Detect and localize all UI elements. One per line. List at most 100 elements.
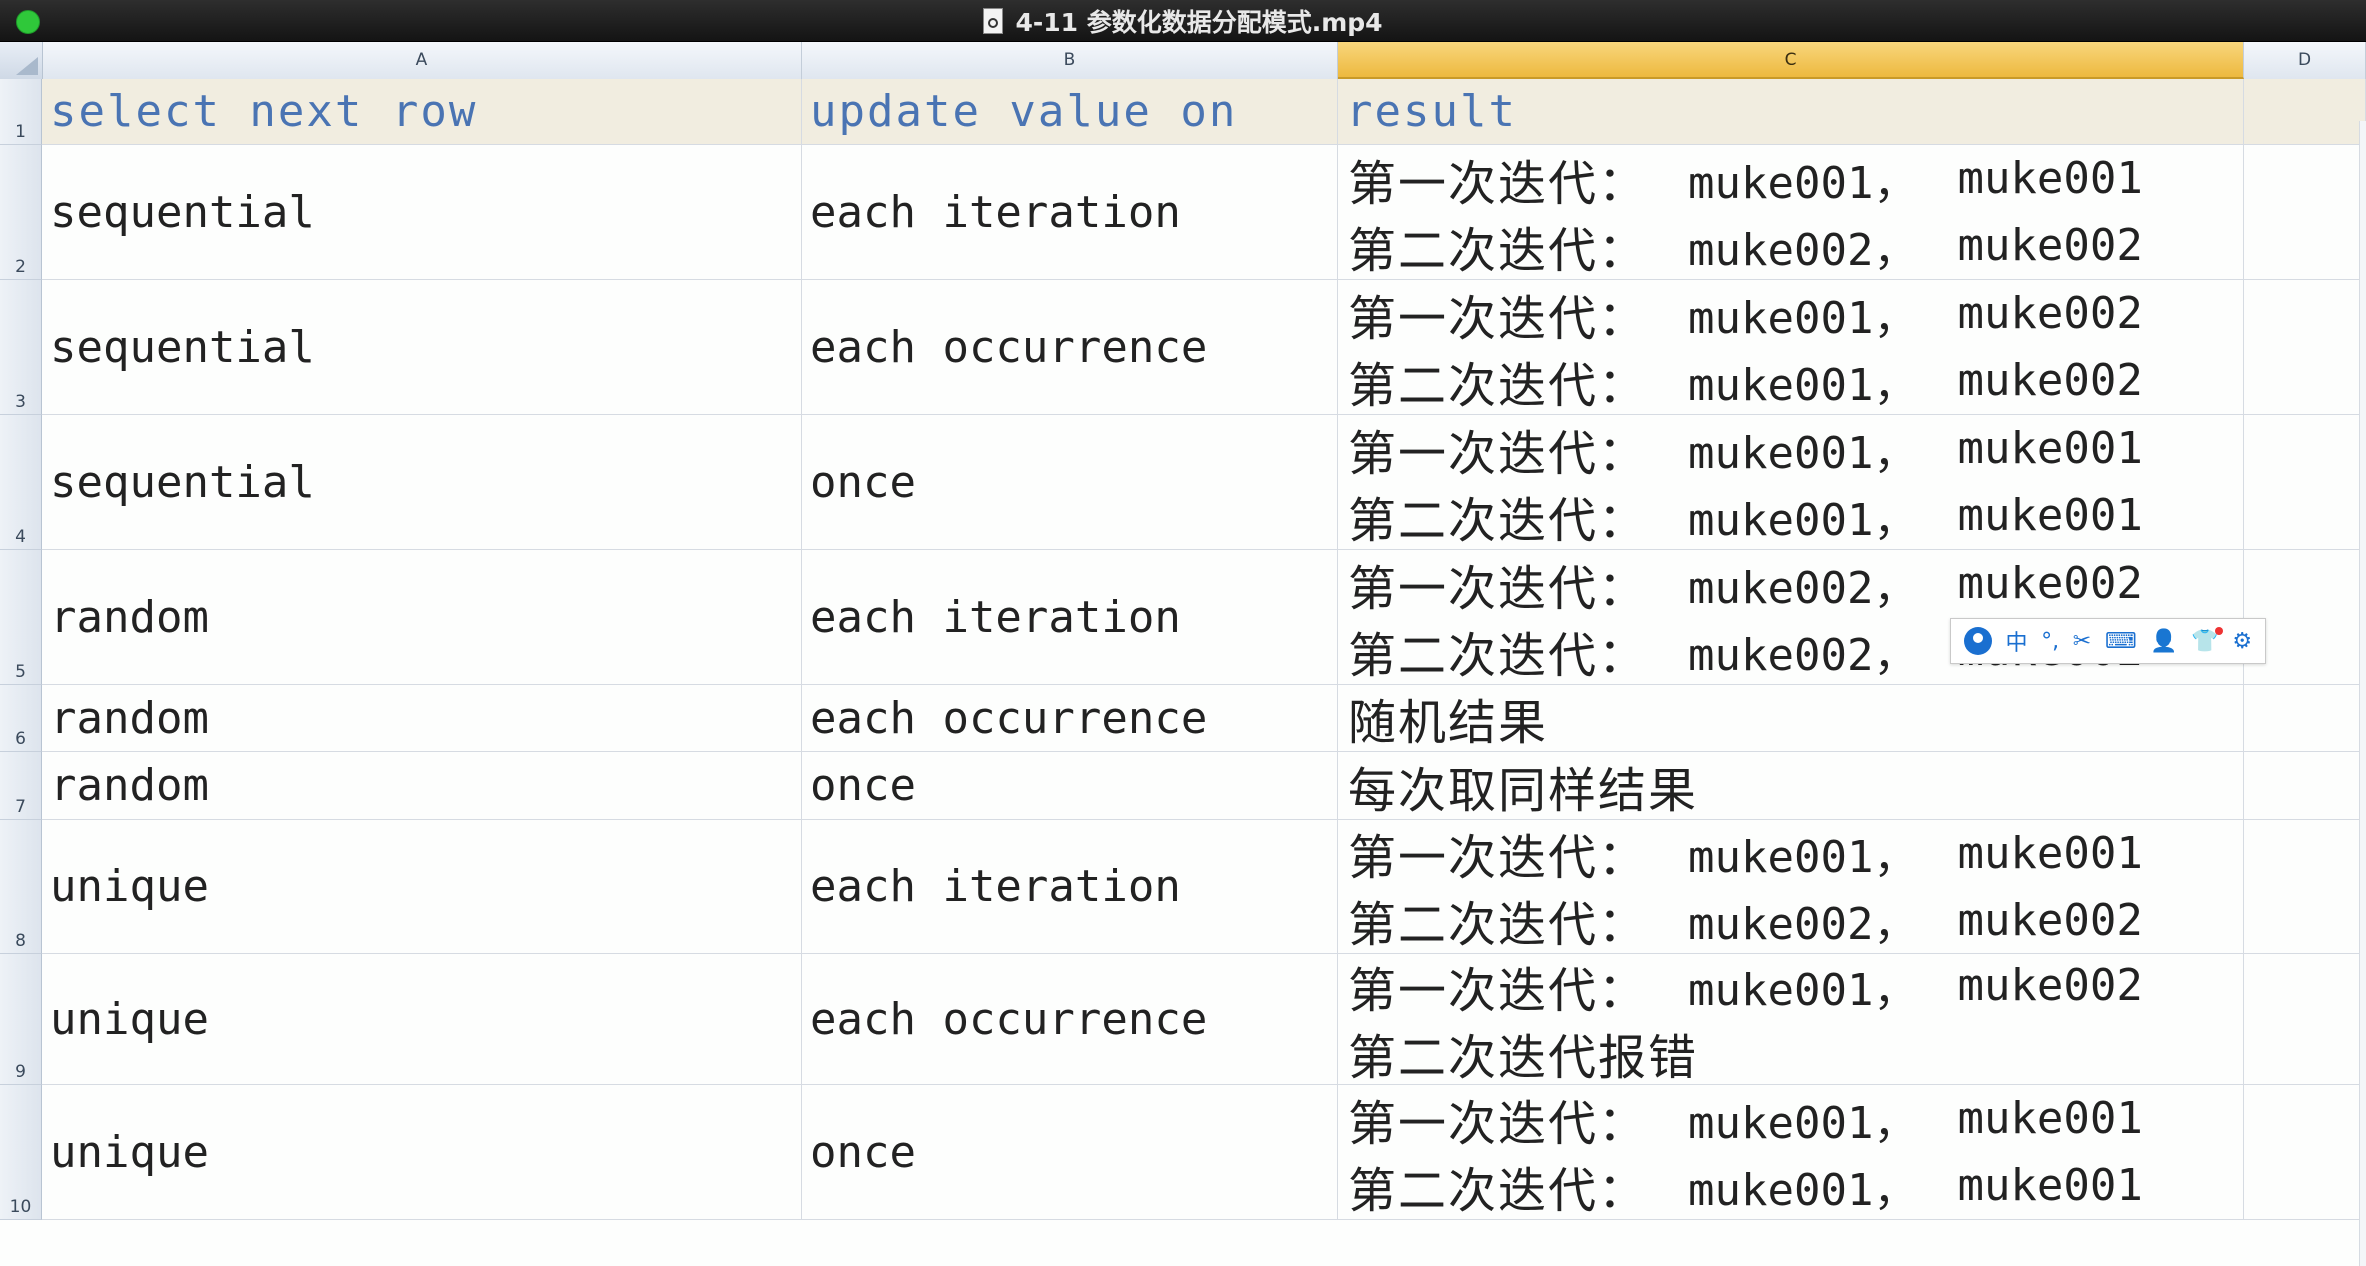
value-1: muke002，: [1688, 899, 1918, 950]
table-row: sequential each iteration 第一次迭代： muke001， mu…: [42, 145, 2366, 280]
ime-toolbar[interactable]: 中 °, ✂ ⌨ 👤 👕 ⚙: [1950, 618, 2266, 664]
iteration-label: 第二次迭代：: [1348, 492, 1649, 549]
cell-select-next-row[interactable]: sequential: [42, 280, 802, 414]
settings-icon[interactable]: ⚙: [2232, 629, 2252, 654]
cell-update-value-on[interactable]: once: [802, 1085, 1338, 1219]
cell-select-next-row[interactable]: random: [42, 550, 802, 684]
scroll-edge[interactable]: [2359, 121, 2366, 1266]
iteration-label: 第二次迭代报错: [1348, 1029, 1699, 1085]
result-line: 第一次迭代： muke001， muke001: [1348, 1085, 2143, 1152]
table-row: sequential once 第一次迭代： muke001， muke001 第二次迭代…: [42, 415, 2366, 550]
person-icon[interactable]: 👤: [2150, 629, 2177, 654]
row-header[interactable]: 10: [0, 1085, 42, 1220]
row-header[interactable]: 2: [0, 145, 42, 280]
value-1: muke002，: [1688, 224, 1918, 276]
row-header[interactable]: 8: [0, 820, 42, 954]
row-header[interactable]: 3: [0, 280, 42, 415]
table-row: unique each occurrence 第一次迭代： muke001， muke0…: [42, 954, 2366, 1085]
column-header-bar: A B C D: [0, 42, 2366, 80]
punctuation-icon[interactable]: °,: [2041, 629, 2059, 654]
select-all-corner[interactable]: [0, 42, 43, 79]
iteration-label: 第一次迭代：: [1348, 1095, 1649, 1152]
result-line: 第二次迭代报错: [1348, 1019, 1699, 1085]
skin-icon[interactable]: 👕: [2191, 626, 2224, 654]
cell-result[interactable]: 第一次迭代： muke001， muke001 第二次迭代： muke002， muke0…: [1338, 820, 2244, 953]
cell-select-next-row[interactable]: sequential: [42, 415, 802, 549]
value-1: muke001，: [1688, 964, 1918, 1016]
cell-select-next-row[interactable]: unique: [42, 954, 802, 1084]
row-header[interactable]: 1: [0, 79, 42, 145]
cell-a1[interactable]: select next row: [42, 79, 802, 144]
cell-update-value-on[interactable]: each iteration: [802, 550, 1338, 684]
cell-d1[interactable]: [2244, 79, 2366, 144]
value-1: muke001，: [1688, 292, 1918, 344]
cell-result[interactable]: 第一次迭代： muke001， muke001 第二次迭代： muke001， muke0…: [1338, 415, 2244, 549]
user-icon[interactable]: [1963, 627, 1992, 655]
cell-select-next-row[interactable]: random: [42, 685, 802, 751]
row-header[interactable]: 5: [0, 550, 42, 685]
result-line: 第二次迭代： muke001， muke001: [1348, 482, 2143, 549]
iteration-label: 第二次迭代：: [1348, 897, 1649, 953]
cell-update-value-on[interactable]: each occurrence: [802, 280, 1338, 414]
cell-select-next-row[interactable]: random: [42, 752, 802, 819]
cell-result[interactable]: 第一次迭代： muke001， muke002 第二次迭代： muke001， muke0…: [1338, 280, 2244, 414]
column-header-c[interactable]: C: [1338, 42, 2244, 79]
row-header[interactable]: 7: [0, 752, 42, 820]
iteration-label: 第二次迭代：: [1348, 627, 1649, 684]
value-2: muke001: [1957, 827, 2143, 879]
cell-d[interactable]: [2244, 752, 2366, 819]
column-header-d[interactable]: D: [2244, 42, 2366, 79]
iteration-label: 第二次迭代：: [1348, 357, 1649, 414]
row-header[interactable]: 9: [0, 954, 42, 1085]
cell-update-value-on[interactable]: each iteration: [802, 145, 1338, 279]
cell-b1[interactable]: update value on: [802, 79, 1338, 144]
cell-result[interactable]: 第一次迭代： muke001， muke002 第二次迭代报错: [1338, 954, 2244, 1084]
cell-select-next-row[interactable]: sequential: [42, 145, 802, 279]
value-2: muke002: [1957, 960, 2143, 1011]
table-row: unique each iteration 第一次迭代： muke001， muke00…: [42, 820, 2366, 954]
keyboard-icon[interactable]: ⌨: [2105, 629, 2137, 654]
row-header[interactable]: 6: [0, 685, 42, 752]
value-2: muke001: [1957, 490, 2143, 541]
cell-d[interactable]: [2244, 145, 2366, 279]
value-1: muke002，: [1688, 629, 1918, 681]
iteration-label: 第一次迭代：: [1348, 962, 1649, 1019]
value-1: muke001，: [1688, 494, 1918, 546]
result-line: 第二次迭代： muke002， muke002: [1348, 887, 2143, 954]
chinese-mode-button[interactable]: 中: [2005, 625, 2027, 657]
cell-update-value-on[interactable]: each occurrence: [802, 685, 1338, 751]
result-line: 第二次迭代： muke001， muke001: [1348, 1152, 2143, 1219]
result-line: 第一次迭代： muke001， muke002: [1348, 280, 2143, 347]
cell-d[interactable]: [2244, 820, 2366, 953]
row-header[interactable]: 4: [0, 415, 42, 550]
cell-update-value-on[interactable]: once: [802, 752, 1338, 819]
cell-result[interactable]: 第一次迭代： muke001， muke001 第二次迭代： muke002， muke0…: [1338, 145, 2244, 279]
cell-update-value-on[interactable]: each occurrence: [802, 954, 1338, 1084]
cell-update-value-on[interactable]: each iteration: [802, 820, 1338, 953]
cell-d[interactable]: [2244, 280, 2366, 414]
table-row: unique once 第一次迭代： muke001， muke001 第二次迭代： muk…: [42, 1085, 2366, 1220]
cell-result[interactable]: 每次取同样结果: [1338, 752, 2244, 819]
value-2: muke001: [1957, 1093, 2143, 1144]
cell-result[interactable]: 第一次迭代： muke001， muke001 第二次迭代： muke001， muke0…: [1338, 1085, 2244, 1219]
cell-d[interactable]: [2244, 685, 2366, 751]
cell-result[interactable]: 随机结果: [1338, 685, 2244, 751]
cell-d[interactable]: [2244, 415, 2366, 549]
value-1: muke001，: [1688, 359, 1918, 411]
cell-d[interactable]: [2244, 1085, 2366, 1219]
title-bar: 4-11 参数化数据分配模式.mp4: [0, 0, 2366, 42]
scissors-icon[interactable]: ✂: [2073, 629, 2091, 654]
cell-d[interactable]: [2244, 954, 2366, 1084]
cell-update-value-on[interactable]: once: [802, 415, 1338, 549]
column-header-b[interactable]: B: [802, 42, 1338, 79]
cell-select-next-row[interactable]: unique: [42, 820, 802, 953]
video-file-icon: [983, 7, 1004, 34]
result-line: 第二次迭代： muke001， muke002: [1348, 347, 2143, 414]
iteration-label: 第一次迭代：: [1348, 425, 1649, 482]
cell-c1[interactable]: result: [1338, 79, 2244, 144]
column-header-a[interactable]: A: [42, 42, 802, 79]
value-2: muke002: [1957, 355, 2143, 406]
cell-select-next-row[interactable]: unique: [42, 1085, 802, 1219]
table-row: random each occurrence 随机结果: [42, 685, 2366, 752]
iteration-label: 第二次迭代：: [1348, 222, 1649, 279]
